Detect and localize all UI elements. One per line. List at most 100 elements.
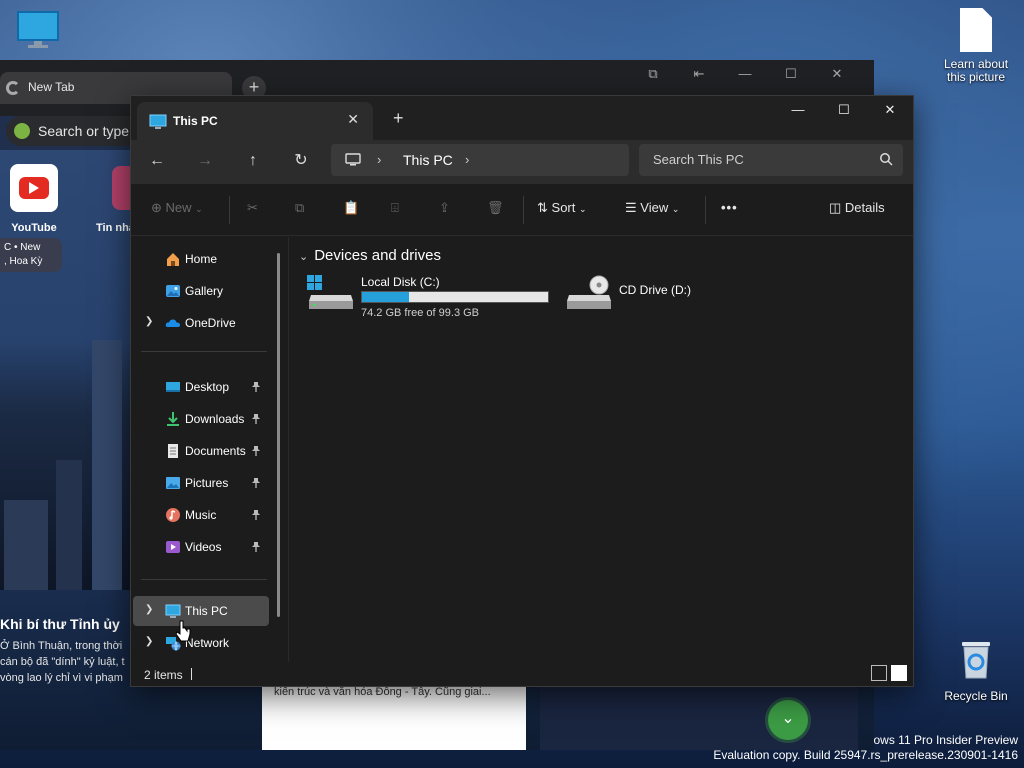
new-chevron-down-icon: ⌄	[195, 204, 203, 214]
rename-icon[interactable]: ⌹	[391, 200, 399, 216]
sort-icon: ⇅	[537, 200, 548, 215]
tab-close-icon[interactable]: ✕	[347, 111, 359, 128]
view-button[interactable]: ☰ View ⌄	[625, 200, 679, 216]
mouse-pointer-icon	[176, 620, 191, 642]
sidebar-item-desktop[interactable]: Desktop	[133, 372, 269, 402]
drive-local-disk-c[interactable]: Local Disk (C:) 74.2 GB free of 99.3 GB	[307, 275, 551, 321]
pin-icon[interactable]	[251, 541, 261, 553]
learn-about-picture-shortcut[interactable]: Learn about this picture	[938, 8, 1014, 84]
group-collapse-chevron-icon[interactable]: ⌄	[299, 251, 308, 263]
delete-icon[interactable]: 🗑	[487, 200, 504, 216]
sidebar-item-label: Downloads	[185, 412, 245, 426]
pin-icon[interactable]	[251, 509, 261, 521]
minimize-icon[interactable]: —	[775, 96, 821, 126]
details-pane-icon: ◫	[829, 200, 842, 215]
new-tab-button[interactable]: +	[393, 108, 404, 129]
large-icons-view-icon[interactable]	[891, 665, 907, 681]
browser-maximize-icon[interactable]: ☐	[768, 66, 814, 82]
navigation-pane-scrollbar[interactable]	[277, 253, 280, 617]
breadcrumb-monitor-icon	[345, 153, 361, 166]
expand-chevron-icon[interactable]: ❯	[145, 636, 153, 647]
recycle-bin-label: Recycle Bin	[944, 689, 1008, 703]
drive-cd-d[interactable]: CD Drive (D:)	[565, 275, 725, 321]
breadcrumb-chevron-icon[interactable]: ›	[377, 152, 381, 167]
cut-icon[interactable]: ✂	[247, 200, 258, 216]
news-card-text: kiến trúc và văn hóa Đông - Tây. Cũng gi…	[274, 686, 491, 698]
group-header-devices[interactable]: ⌄ Devices and drives	[299, 247, 441, 264]
sidebar-item-onedrive[interactable]: ❯ OneDrive	[133, 308, 269, 338]
expand-chevron-icon[interactable]: ❯	[145, 604, 153, 615]
recycle-bin-shortcut[interactable]: Recycle Bin	[938, 638, 1014, 703]
sidebar-item-label: Home	[185, 252, 218, 266]
this-pc-icon	[149, 114, 167, 129]
pin-icon[interactable]	[251, 445, 261, 457]
browser-tab-title: New Tab	[28, 80, 75, 94]
pictures-folder-icon	[166, 477, 180, 489]
news-card-image[interactable]	[540, 682, 858, 750]
news-snippet-line1: Ở Bình Thuận, trong thời	[0, 640, 123, 652]
up-arrow-icon[interactable]: ↑	[241, 150, 265, 174]
google-lens-icon	[14, 123, 30, 139]
browser-close-icon[interactable]: ✕	[814, 66, 860, 82]
browser-window-controls: ⧉ ⇤ — ☐ ✕	[630, 66, 860, 82]
browser-search-tabs-icon[interactable]: ⧉	[630, 66, 676, 82]
close-window-icon[interactable]: ✕	[867, 96, 913, 126]
gallery-icon	[166, 285, 180, 297]
music-folder-icon	[166, 508, 180, 522]
details-pane-button[interactable]: ◫ Details	[829, 200, 885, 216]
pin-icon[interactable]	[251, 381, 261, 393]
refresh-icon[interactable]: ↻	[289, 150, 313, 174]
new-button[interactable]: ⊕ New ⌄	[151, 200, 203, 216]
sidebar-item-home[interactable]: Home	[133, 244, 269, 274]
share-icon[interactable]: ⇪	[439, 200, 450, 216]
scroll-down-button[interactable]: ⌄	[768, 700, 808, 740]
file-list-pane: ⌄ Devices and drives Local Disk (C:) 74.2…	[289, 237, 913, 662]
group-header-label: Devices and drives	[314, 247, 441, 264]
pin-icon[interactable]	[251, 413, 261, 425]
new-button-label: New	[165, 200, 192, 215]
paste-icon[interactable]: 📋	[343, 200, 359, 216]
news-snippet-line2: cán bộ đã "dính" kỷ luật, t	[0, 656, 125, 668]
explorer-tab-this-pc[interactable]: This PC ✕	[137, 102, 373, 140]
details-view-icon[interactable]	[871, 665, 887, 681]
expand-chevron-icon[interactable]: ❯	[145, 316, 153, 327]
sidebar-item-videos[interactable]: Videos	[133, 532, 269, 562]
sidebar-item-documents[interactable]: Documents	[133, 436, 269, 466]
back-arrow-icon[interactable]: ←	[145, 150, 169, 174]
news-snippet: Ở Bình Thuận, trong thời cán bộ đã "dính…	[0, 638, 130, 686]
browser-minimize-icon[interactable]: —	[722, 66, 768, 81]
explorer-titlebar: This PC ✕ + — ☐ ✕	[131, 96, 913, 140]
news-pill[interactable]: C • New , Hoa Kỳ	[0, 238, 62, 272]
desktop-monitor-icon[interactable]	[16, 10, 60, 50]
breadcrumb-expand-chevron-icon[interactable]: ›	[465, 152, 469, 167]
sidebar-item-gallery[interactable]: Gallery	[133, 276, 269, 306]
browser-back-icon[interactable]: ⇤	[676, 66, 722, 82]
forward-arrow-icon[interactable]: →	[193, 150, 217, 174]
more-options-icon[interactable]: •••	[721, 200, 738, 215]
youtube-play-icon	[29, 182, 39, 194]
pin-icon[interactable]	[251, 477, 261, 489]
sidebar-item-downloads[interactable]: Downloads	[133, 404, 269, 434]
toolbar-divider	[705, 196, 706, 224]
breadcrumb[interactable]: › This PC ›	[331, 144, 629, 176]
view-toggle	[867, 665, 907, 684]
sidebar-item-label: Pictures	[185, 476, 229, 490]
news-card[interactable]: kiến trúc và văn hóa Đông - Tây. Cũng gi…	[262, 682, 526, 750]
search-icon	[880, 153, 893, 166]
youtube-shortcut-label: YouTube	[11, 222, 57, 234]
status-bar: 2 items	[131, 662, 913, 686]
breadcrumb-this-pc[interactable]: This PC	[403, 152, 453, 168]
news-headline[interactable]: Khi bí thư Tỉnh ủy	[0, 616, 130, 632]
sidebar-item-music[interactable]: Music	[133, 500, 269, 530]
maximize-icon[interactable]: ☐	[821, 96, 867, 126]
toolbar-divider	[229, 196, 230, 224]
sidebar-item-network[interactable]: ❯ Network	[133, 628, 269, 658]
sidebar-item-this-pc[interactable]: ❯ This PC	[133, 596, 269, 626]
this-pc-icon	[165, 604, 181, 618]
sort-button[interactable]: ⇅ Sort ⌄	[537, 200, 587, 216]
copy-icon[interactable]: ⧉	[295, 200, 304, 216]
search-placeholder: Search This PC	[653, 152, 744, 167]
search-input[interactable]: Search This PC	[639, 144, 903, 176]
sidebar-item-pictures[interactable]: Pictures	[133, 468, 269, 498]
view-button-label: View	[640, 200, 669, 215]
